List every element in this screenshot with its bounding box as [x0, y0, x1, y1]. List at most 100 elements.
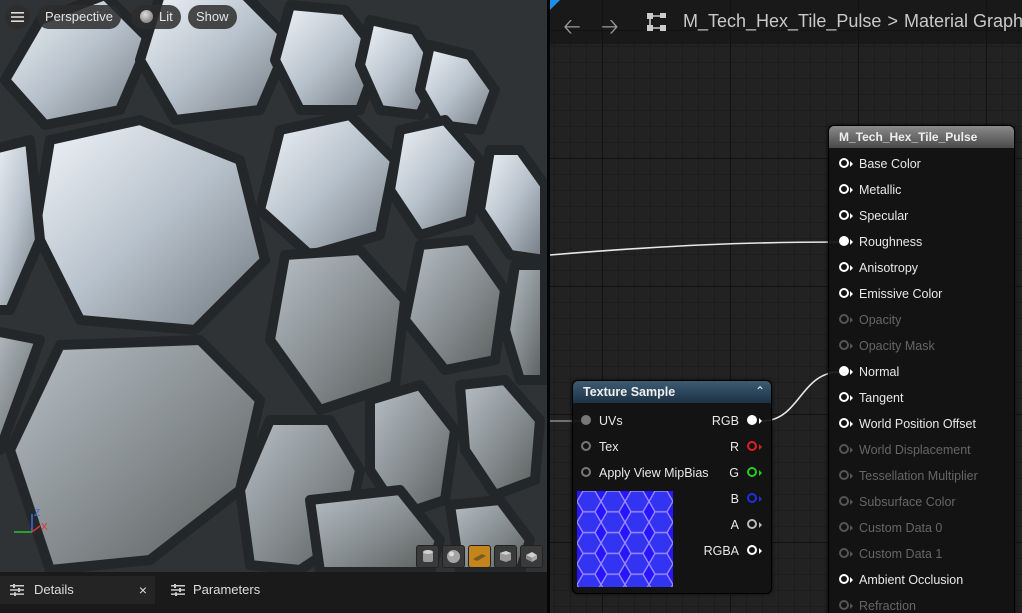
hierarchy-icon[interactable] — [646, 11, 668, 33]
material-input-pin-row[interactable]: Base Color — [839, 154, 921, 174]
tab-details[interactable]: Details × — [0, 576, 155, 604]
texture-output-pin-row[interactable]: R — [730, 437, 763, 457]
material-input-pin-row[interactable]: Tangent — [839, 388, 903, 408]
tab-parameters-label: Parameters — [193, 582, 261, 597]
input-pin-icon[interactable] — [839, 184, 849, 194]
material-input-pin-row[interactable]: Custom Data 0 — [839, 518, 942, 538]
pin-arrow-icon — [850, 161, 853, 167]
input-pin-icon[interactable] — [839, 600, 849, 610]
texture-output-pin-row[interactable]: B — [731, 489, 763, 509]
input-pin-icon[interactable] — [839, 210, 849, 220]
material-input-label: Ambient Occlusion — [859, 573, 964, 587]
texture-output-pin-row[interactable]: G — [729, 463, 763, 483]
details-sliders-icon — [10, 584, 24, 596]
material-input-label: Roughness — [859, 235, 923, 249]
output-pin-icon[interactable] — [747, 545, 757, 555]
input-pin-icon[interactable] — [839, 496, 849, 506]
material-input-pin-row[interactable]: Roughness — [839, 232, 922, 252]
texture-output-pin-row[interactable]: RGBA — [704, 541, 763, 561]
material-input-label: Opacity — [859, 313, 902, 327]
input-pin-icon[interactable] — [581, 441, 591, 451]
material-input-pin-row[interactable]: Opacity — [839, 310, 901, 330]
material-input-pin-row[interactable]: Ambient Occlusion — [839, 570, 963, 590]
input-pin-icon[interactable] — [839, 262, 849, 272]
input-pin-icon[interactable] — [839, 314, 849, 324]
input-pin-icon[interactable] — [839, 366, 849, 376]
material-input-pin-row[interactable]: Tessellation Multiplier — [839, 466, 978, 486]
texture-output-label: G — [729, 466, 739, 480]
input-pin-icon[interactable] — [581, 415, 591, 425]
material-input-pin-row[interactable]: Normal — [839, 362, 899, 382]
pin-arrow-icon — [850, 447, 853, 453]
texture-input-label: Tex — [599, 440, 619, 454]
material-graph-canvas[interactable]: 🡠 🡢 M_Tech_Hex_Tile_Pulse > Material Graph… — [550, 0, 1022, 613]
output-pin-icon[interactable] — [747, 415, 757, 425]
input-pin-icon[interactable] — [839, 522, 849, 532]
material-input-pin-row[interactable]: Subsurface Color — [839, 492, 956, 512]
pin-arrow-icon — [850, 421, 853, 427]
hex-tile-preview-render — [0, 0, 547, 572]
texture-output-label: RGBA — [703, 544, 739, 558]
input-pin-icon[interactable] — [839, 288, 849, 298]
lit-sphere-icon — [140, 10, 153, 23]
preview-sphere-button[interactable] — [442, 545, 465, 568]
parameters-sliders-icon — [171, 584, 185, 596]
material-input-pin-row[interactable]: Emissive Color — [839, 284, 942, 304]
breadcrumb-graph[interactable]: Material Graph — [904, 11, 1022, 31]
material-input-pin-row[interactable]: World Displacement — [839, 440, 971, 460]
output-pin-icon[interactable] — [747, 519, 757, 529]
material-input-label: Specular — [859, 209, 909, 223]
output-pin-icon[interactable] — [747, 493, 757, 503]
material-input-pin-row[interactable]: World Position Offset — [839, 414, 976, 434]
material-input-pin-row[interactable]: Custom Data 1 — [839, 544, 942, 564]
material-input-label: Opacity Mask — [859, 339, 935, 353]
input-pin-icon[interactable] — [839, 392, 849, 402]
pin-arrow-icon — [850, 473, 853, 479]
texture-sample-node[interactable]: Texture Sample ⌃ UVs Tex Apply View MipBia… — [572, 380, 772, 594]
input-pin-icon[interactable] — [839, 236, 849, 246]
material-input-pin-row[interactable]: Anisotropy — [839, 258, 918, 278]
material-input-pin-row[interactable]: Refraction — [839, 596, 916, 613]
input-pin-icon[interactable] — [839, 158, 849, 168]
preview-cylinder-button[interactable] — [416, 545, 439, 568]
back-arrow-icon[interactable]: 🡠 — [563, 10, 581, 48]
preview-cube-button[interactable] — [494, 545, 517, 568]
close-icon[interactable]: × — [139, 576, 147, 604]
forward-arrow-icon[interactable]: 🡢 — [601, 10, 619, 48]
input-pin-icon[interactable] — [839, 444, 849, 454]
perspective-button[interactable]: Perspective — [37, 5, 121, 29]
graph-toolbar: 🡠 🡢 M_Tech_Hex_Tile_Pulse > Material Graph — [550, 0, 1022, 44]
collapse-chevron-icon[interactable]: ⌃ — [755, 384, 765, 398]
input-pin-icon[interactable] — [839, 574, 849, 584]
axis-gizmo-icon: Z X — [14, 508, 48, 533]
tab-details-label: Details — [34, 582, 74, 597]
material-input-pin-row[interactable]: Specular — [839, 206, 908, 226]
material-input-label: Anisotropy — [859, 261, 919, 275]
bottom-tab-bar: Details × Parameters — [0, 572, 547, 613]
input-pin-icon[interactable] — [839, 418, 849, 428]
output-pin-icon[interactable] — [747, 441, 757, 451]
texture-output-pin-row[interactable]: A — [731, 515, 763, 535]
texture-input-pin-row[interactable]: UVs — [579, 411, 623, 431]
texture-input-pin-row[interactable]: Tex — [579, 437, 618, 457]
breadcrumb-material[interactable]: M_Tech_Hex_Tile_Pulse — [683, 11, 881, 31]
material-result-node[interactable]: M_Tech_Hex_Tile_Pulse Base Color Metallic… — [828, 125, 1015, 613]
tab-parameters[interactable]: Parameters — [167, 576, 260, 604]
preview-plane-button[interactable] — [468, 545, 491, 568]
texture-input-pin-row[interactable]: Apply View MipBias — [579, 463, 709, 483]
material-input-pin-row[interactable]: Metallic — [839, 180, 901, 200]
pin-arrow-icon — [759, 496, 762, 502]
input-pin-icon[interactable] — [839, 470, 849, 480]
input-pin-icon[interactable] — [839, 548, 849, 558]
preview-teapot-button[interactable] — [520, 545, 543, 568]
material-preview-viewport[interactable]: Perspective Lit Show Z X — [0, 0, 547, 572]
output-pin-icon[interactable] — [747, 467, 757, 477]
lit-mode-button[interactable]: Lit — [131, 5, 181, 29]
input-pin-icon[interactable] — [839, 340, 849, 350]
input-pin-icon[interactable] — [581, 467, 591, 477]
axis-x-label: X — [41, 522, 48, 533]
texture-output-pin-row[interactable]: RGB — [712, 411, 763, 431]
viewport-menu-button[interactable] — [5, 5, 30, 29]
show-button[interactable]: Show — [188, 5, 237, 29]
material-input-pin-row[interactable]: Opacity Mask — [839, 336, 935, 356]
